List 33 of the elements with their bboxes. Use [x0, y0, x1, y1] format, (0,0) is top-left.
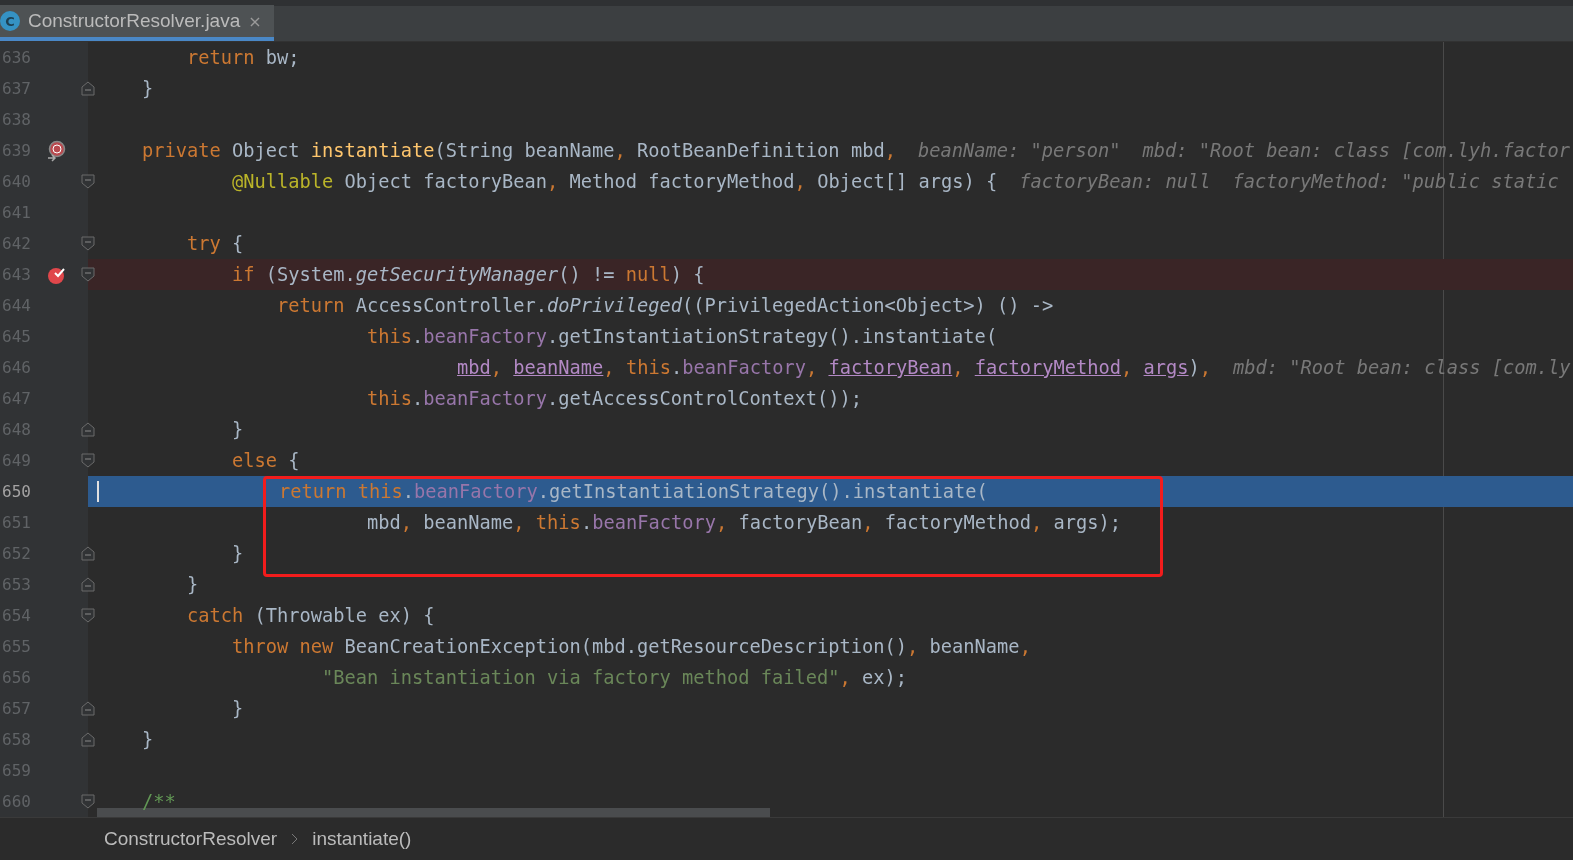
code-line: return bw;: [186, 47, 300, 68]
code-line: /**: [141, 791, 176, 812]
code-line: }: [231, 698, 244, 719]
code-line: private Object instantiate(String beanName, RootBeanDefinition mbd,: [141, 140, 896, 161]
code-line: }: [231, 419, 244, 440]
code-line: try {: [186, 233, 244, 254]
code-line: }: [141, 78, 154, 99]
code-line: this.beanFactory.getInstantiationStrategy().instantiate(: [366, 326, 998, 347]
breadcrumb-item[interactable]: instantiate(): [312, 828, 412, 850]
code-line: throw new BeanCreationException(mbd.getResourceDescription(), beanName,: [231, 636, 1031, 657]
inline-hint: factoryBean: null: [1019, 171, 1211, 192]
inline-hint: factoryMethod: "public static: [1232, 171, 1559, 192]
code-line: return this.beanFactory.getInstantiationStrategy().instantiate(: [278, 481, 988, 502]
class-icon: C: [0, 11, 20, 31]
code-line: }: [141, 729, 154, 750]
line-number: 650: [1, 482, 32, 501]
code-line: "Bean instantiation via factory method failed", ex);: [321, 667, 908, 688]
code-line: mbd, beanName, this.beanFactory, factoryBean, factoryMethod, args);: [366, 512, 1121, 533]
tab-label: ConstructorResolver.java: [28, 10, 241, 32]
code-line: this.beanFactory.getAccessControlContext());: [366, 388, 863, 409]
inline-hint: mbd: "Root bean: class [com.lyh.factor: [1142, 140, 1570, 161]
breadcrumb-item[interactable]: ConstructorResolver: [104, 828, 278, 850]
code-line: catch (Throwable ex) {: [186, 605, 435, 626]
code-line: }: [186, 574, 199, 595]
code-line: else {: [231, 450, 300, 471]
file-tab[interactable]: C ConstructorResolver.java ×: [0, 5, 274, 41]
inline-hint: mbd: "Root bean: class [com.ly: [1233, 357, 1571, 378]
code-line: }: [231, 543, 244, 564]
inline-hint: beanName: "person": [917, 140, 1121, 161]
code-line: mbd, beanName, this.beanFactory, factoryBean, factoryMethod, args),: [456, 357, 1212, 378]
code-line: if (System.getSecurityManager() != null) {: [231, 264, 705, 285]
code-line: @Nullable Object factoryBean, Method factoryMethod, Object[] args) {: [231, 171, 998, 192]
code-line: return AccessController.doPrivileged((PrivilegedAction<Object>) () ->: [276, 295, 1054, 316]
